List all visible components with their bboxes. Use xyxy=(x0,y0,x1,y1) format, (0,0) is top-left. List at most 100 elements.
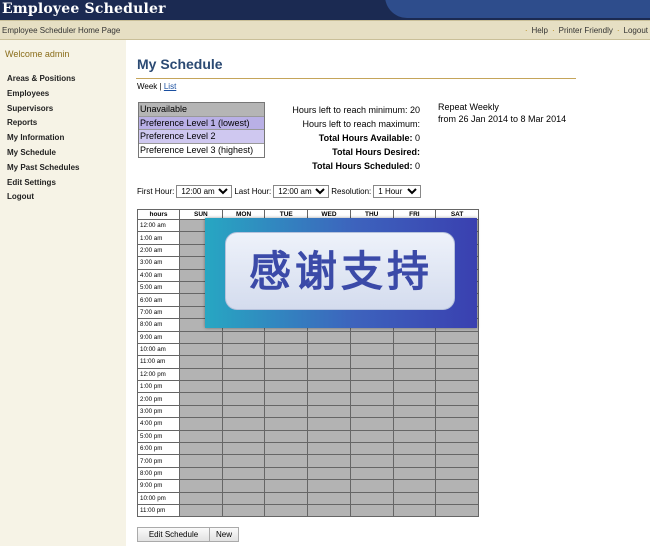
schedule-cell[interactable] xyxy=(392,503,437,518)
schedule-cell[interactable] xyxy=(179,442,223,456)
schedule-cell[interactable] xyxy=(307,466,351,481)
sidebar-item-employees[interactable]: Employees xyxy=(7,87,79,102)
schedule-cell[interactable] xyxy=(349,479,394,493)
schedule-cell[interactable] xyxy=(264,342,309,357)
logout-link[interactable]: Logout xyxy=(624,26,648,35)
schedule-cell[interactable] xyxy=(179,355,223,369)
schedule-cell[interactable] xyxy=(435,330,479,344)
schedule-cell[interactable] xyxy=(221,392,266,406)
schedule-cell[interactable] xyxy=(179,367,223,382)
schedule-cell[interactable] xyxy=(435,342,479,357)
schedule-cell[interactable] xyxy=(264,355,309,369)
schedule-cell[interactable] xyxy=(264,367,309,382)
schedule-cell[interactable] xyxy=(435,380,479,394)
schedule-cell[interactable] xyxy=(435,454,479,468)
schedule-cell[interactable] xyxy=(349,429,394,444)
legend-unavailable[interactable]: Unavailable xyxy=(139,103,264,117)
schedule-cell[interactable] xyxy=(179,392,223,406)
schedule-cell[interactable] xyxy=(349,417,394,431)
legend-preference-3[interactable]: Preference Level 3 (highest) xyxy=(139,143,264,157)
schedule-cell[interactable] xyxy=(221,491,266,506)
schedule-cell[interactable] xyxy=(349,380,394,394)
schedule-cell[interactable] xyxy=(264,454,309,468)
schedule-cell[interactable] xyxy=(264,503,309,518)
schedule-cell[interactable] xyxy=(307,442,351,456)
schedule-cell[interactable] xyxy=(264,417,309,431)
schedule-cell[interactable] xyxy=(435,479,479,493)
schedule-cell[interactable] xyxy=(221,429,266,444)
schedule-cell[interactable] xyxy=(307,392,351,406)
schedule-cell[interactable] xyxy=(435,404,479,419)
resolution-select[interactable]: 1 Hour xyxy=(373,185,422,198)
schedule-cell[interactable] xyxy=(307,503,351,518)
printer-friendly-link[interactable]: Printer Friendly xyxy=(559,26,613,35)
schedule-cell[interactable] xyxy=(307,417,351,431)
sidebar-item-logout[interactable]: Logout xyxy=(7,190,79,205)
schedule-cell[interactable] xyxy=(392,454,437,468)
schedule-cell[interactable] xyxy=(392,355,437,369)
schedule-cell[interactable] xyxy=(221,380,266,394)
schedule-cell[interactable] xyxy=(435,367,479,382)
schedule-cell[interactable] xyxy=(392,442,437,456)
schedule-cell[interactable] xyxy=(307,342,351,357)
schedule-cell[interactable] xyxy=(435,355,479,369)
new-button[interactable]: New xyxy=(209,527,240,542)
schedule-cell[interactable] xyxy=(221,466,266,481)
sidebar-item-my-schedule[interactable]: My Schedule xyxy=(7,146,79,161)
schedule-cell[interactable] xyxy=(264,392,309,406)
schedule-cell[interactable] xyxy=(179,503,223,518)
schedule-cell[interactable] xyxy=(221,454,266,468)
schedule-cell[interactable] xyxy=(435,466,479,481)
schedule-cell[interactable] xyxy=(349,392,394,406)
schedule-cell[interactable] xyxy=(349,355,394,369)
schedule-cell[interactable] xyxy=(392,479,437,493)
schedule-cell[interactable] xyxy=(349,330,394,344)
schedule-cell[interactable] xyxy=(307,454,351,468)
list-view-link[interactable]: List xyxy=(164,82,176,91)
schedule-cell[interactable] xyxy=(349,466,394,481)
schedule-cell[interactable] xyxy=(221,503,266,518)
sidebar-item-supervisors[interactable]: Supervisors xyxy=(7,102,79,117)
schedule-cell[interactable] xyxy=(221,330,266,344)
schedule-cell[interactable] xyxy=(349,491,394,506)
schedule-cell[interactable] xyxy=(307,355,351,369)
schedule-cell[interactable] xyxy=(221,479,266,493)
schedule-cell[interactable] xyxy=(179,479,223,493)
schedule-cell[interactable] xyxy=(392,367,437,382)
sidebar-item-areas-positions[interactable]: Areas & Positions xyxy=(7,72,79,87)
schedule-cell[interactable] xyxy=(392,392,437,406)
legend-preference-1[interactable]: Preference Level 1 (lowest) xyxy=(139,116,264,130)
schedule-cell[interactable] xyxy=(264,491,309,506)
schedule-cell[interactable] xyxy=(221,404,266,419)
schedule-cell[interactable] xyxy=(179,454,223,468)
schedule-cell[interactable] xyxy=(349,442,394,456)
schedule-cell[interactable] xyxy=(307,491,351,506)
schedule-cell[interactable] xyxy=(349,342,394,357)
schedule-cell[interactable] xyxy=(307,429,351,444)
schedule-cell[interactable] xyxy=(221,342,266,357)
schedule-cell[interactable] xyxy=(264,404,309,419)
schedule-cell[interactable] xyxy=(392,491,437,506)
schedule-cell[interactable] xyxy=(349,503,394,518)
schedule-cell[interactable] xyxy=(307,380,351,394)
schedule-cell[interactable] xyxy=(392,380,437,394)
schedule-cell[interactable] xyxy=(349,454,394,468)
legend-preference-2[interactable]: Preference Level 2 xyxy=(139,130,264,144)
help-link[interactable]: Help xyxy=(531,26,547,35)
schedule-cell[interactable] xyxy=(264,330,309,344)
schedule-cell[interactable] xyxy=(179,491,223,506)
schedule-cell[interactable] xyxy=(392,330,437,344)
schedule-cell[interactable] xyxy=(435,392,479,406)
schedule-cell[interactable] xyxy=(392,404,437,419)
schedule-cell[interactable] xyxy=(392,417,437,431)
schedule-cell[interactable] xyxy=(264,466,309,481)
schedule-cell[interactable] xyxy=(307,404,351,419)
schedule-cell[interactable] xyxy=(392,466,437,481)
schedule-cell[interactable] xyxy=(179,404,223,419)
sidebar-item-edit-settings[interactable]: Edit Settings xyxy=(7,176,79,191)
schedule-cell[interactable] xyxy=(307,367,351,382)
schedule-cell[interactable] xyxy=(179,466,223,481)
home-page-link[interactable]: Employee Scheduler Home Page xyxy=(2,26,120,35)
schedule-cell[interactable] xyxy=(221,417,266,431)
schedule-cell[interactable] xyxy=(435,503,479,518)
